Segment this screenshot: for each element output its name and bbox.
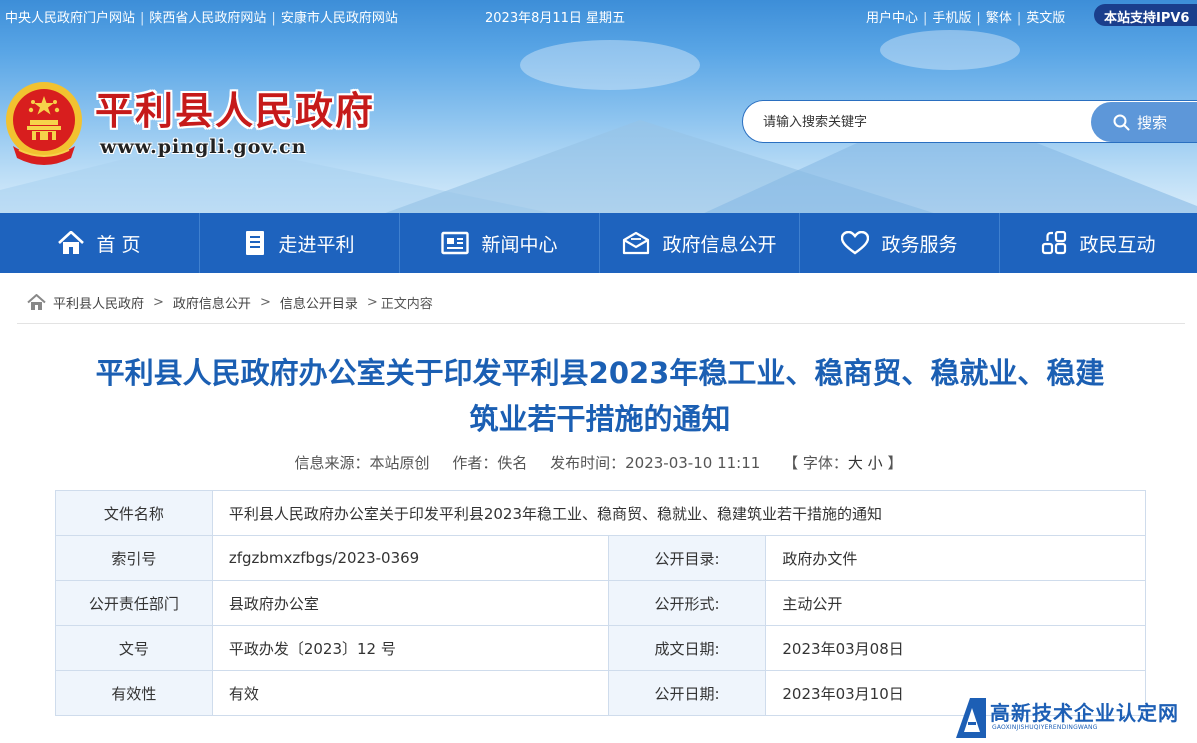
nav-item-label: 新闻中心 [481,233,558,256]
english-link[interactable]: 英文版 [1026,11,1065,26]
home-icon [58,231,85,254]
article-author: 作者：佚名 [452,454,528,472]
file-name-value: 平利县人民政府办公室关于印发平利县2023年稳工业、稳商贸、稳就业、稳建筑业若干… [211,490,1147,536]
font-size-control: 【 字体：大 小 】 [783,454,903,472]
home-icon[interactable] [27,294,46,311]
cloud-decoration [880,30,1020,70]
publish-date-label: 公开日期: [607,670,767,716]
national-emblem-icon[interactable] [3,80,85,166]
top-link-shaanxi-gov[interactable]: 陕西省人民政府网站 [149,11,266,26]
site-url[interactable]: www.pingli.gov.cn [100,136,307,158]
breadcrumb-separator: > [153,295,164,310]
nav-item-label: 走进平利 [278,233,355,256]
written-date-label: 成文日期: [607,625,767,671]
nav-item-about-pingli[interactable]: 走进平利 [200,213,400,273]
cloud-decoration [520,40,700,90]
index-number-value: zfgzbmxzfbgs/2023-0369 [211,535,609,581]
nav-item-gov-services[interactable]: 政务服务 [800,213,1000,273]
top-link-central-gov[interactable]: 中央人民政府门户网站 [5,11,135,26]
ipv6-badge: 本站支持IPV6 [1094,4,1197,26]
top-links: 中央人民政府门户网站 | 陕西省人民政府网站 | 安康市人民政府网站 [5,11,398,26]
breadcrumb-link-info-catalog[interactable]: 信息公开目录 [280,293,358,312]
search-box: 搜索 [742,100,1197,143]
table-row: 文件名称 平利县人民政府办公室关于印发平利县2023年稳工业、稳商贸、稳就业、稳… [55,490,1147,536]
top-link-ankang-gov[interactable]: 安康市人民政府网站 [281,11,398,26]
watermark-logo-icon [956,698,986,738]
nav-item-label: 政府信息公开 [662,233,777,256]
article-title: 平利县人民政府办公室关于印发平利县2023年稳工业、稳商贸、稳就业、稳建 筑业若… [60,350,1140,442]
traditional-chinese-link[interactable]: 繁体 [986,11,1012,26]
site-header: 中央人民政府门户网站 | 陕西省人民政府网站 | 安康市人民政府网站 2023年8月11… [0,0,1197,213]
font-size-small-button[interactable]: 小 [868,454,883,472]
document-info-table: 文件名称 平利县人民政府办公室关于印发平利县2023年稳工业、稳商贸、稳就业、稳… [55,490,1147,716]
responsible-dept-label: 公开责任部门 [55,580,213,626]
catalog-value: 政府办文件 [765,535,1146,581]
right-links: 用户中心 | 手机版 | 繁体 | 英文版 [866,11,1066,26]
search-input[interactable] [763,111,1083,133]
document-number-value: 平政办发〔2023〕12 号 [211,625,609,671]
index-number-label: 索引号 [55,535,213,581]
breadcrumb: 平利县人民政府 > 政府信息公开 > 信息公开目录 > 正文内容 [27,293,433,312]
catalog-label: 公开目录: [607,535,767,581]
file-name-label: 文件名称 [55,490,213,536]
article-title-line2: 筑业若干措施的通知 [469,402,731,436]
breadcrumb-divider [17,323,1185,324]
article-meta: 信息来源：本站原创 作者：佚名 发布时间：2023-03-10 11:11 【 … [0,452,1197,473]
watermark: 高新技术企业认定网 GAOXINJISHUQIYERENDINGWANG [952,694,1197,743]
nav-item-gov-info-disclosure[interactable]: 政府信息公开 [600,213,800,273]
font-size-large-button[interactable]: 大 [848,454,863,472]
article-title-line1: 平利县人民政府办公室关于印发平利县2023年稳工业、稳商贸、稳就业、稳建 [95,356,1105,390]
breadcrumb-link-home[interactable]: 平利县人民政府 [53,293,144,312]
validity-value: 有效 [211,670,609,716]
article-source: 信息来源：本站原创 [294,454,430,472]
envelope-icon [623,231,650,255]
mobile-link[interactable]: 手机版 [932,11,971,26]
search-button-label: 搜索 [1137,113,1168,132]
disclosure-form-value: 主动公开 [765,580,1146,626]
nav-item-public-interaction[interactable]: 政民互动 [1000,213,1197,273]
nav-item-label: 政务服务 [881,233,958,256]
watermark-subtext: GAOXINJISHUQIYERENDINGWANG [992,724,1098,731]
nav-item-home[interactable]: 首 页 [0,213,200,273]
interact-icon [1042,231,1067,255]
search-button[interactable]: 搜索 [1091,102,1197,142]
document-number-label: 文号 [55,625,213,671]
top-bar: 中央人民政府门户网站 | 陕西省人民政府网站 | 安康市人民政府网站 2023年8月11… [0,0,1197,30]
disclosure-form-label: 公开形式: [607,580,767,626]
responsible-dept-value: 县政府办公室 [211,580,609,626]
site-title[interactable]: 平利县人民政府 [95,80,375,135]
nav-item-news-center[interactable]: 新闻中心 [400,213,600,273]
validity-label: 有效性 [55,670,213,716]
breadcrumb-separator: > [259,295,271,310]
table-row: 索引号 zfgzbmxzfbgs/2023-0369 公开目录: 政府办文件 [55,535,1146,581]
table-row: 公开责任部门 县政府办公室 公开形式: 主动公开 [55,580,1146,626]
document-icon [246,231,265,255]
written-date-value: 2023年03月08日 [765,625,1146,671]
watermark-text: 高新技术企业认定网 [990,701,1179,725]
newspaper-icon [441,231,470,255]
search-icon [1113,114,1130,130]
heart-icon [841,231,870,255]
breadcrumb-separator: > [366,295,378,310]
nav-item-label: 首 页 [96,233,141,256]
main-nav: 首 页 走进平利 新闻中心 政府信息公开 政务服务 政民互动 [0,213,1197,273]
breadcrumb-current: 正文内容 [380,297,433,312]
table-row: 文号 平政办发〔2023〕12 号 成文日期: 2023年03月08日 [55,625,1146,671]
user-center-link[interactable]: 用户中心 [866,11,918,26]
nav-item-label: 政民互动 [1079,233,1156,256]
breadcrumb-link-info-disclosure[interactable]: 政府信息公开 [173,293,251,312]
article-publish-time: 发布时间：2023-03-10 11:11 [550,454,761,472]
current-date: 2023年8月11日 星期五 [485,11,626,26]
